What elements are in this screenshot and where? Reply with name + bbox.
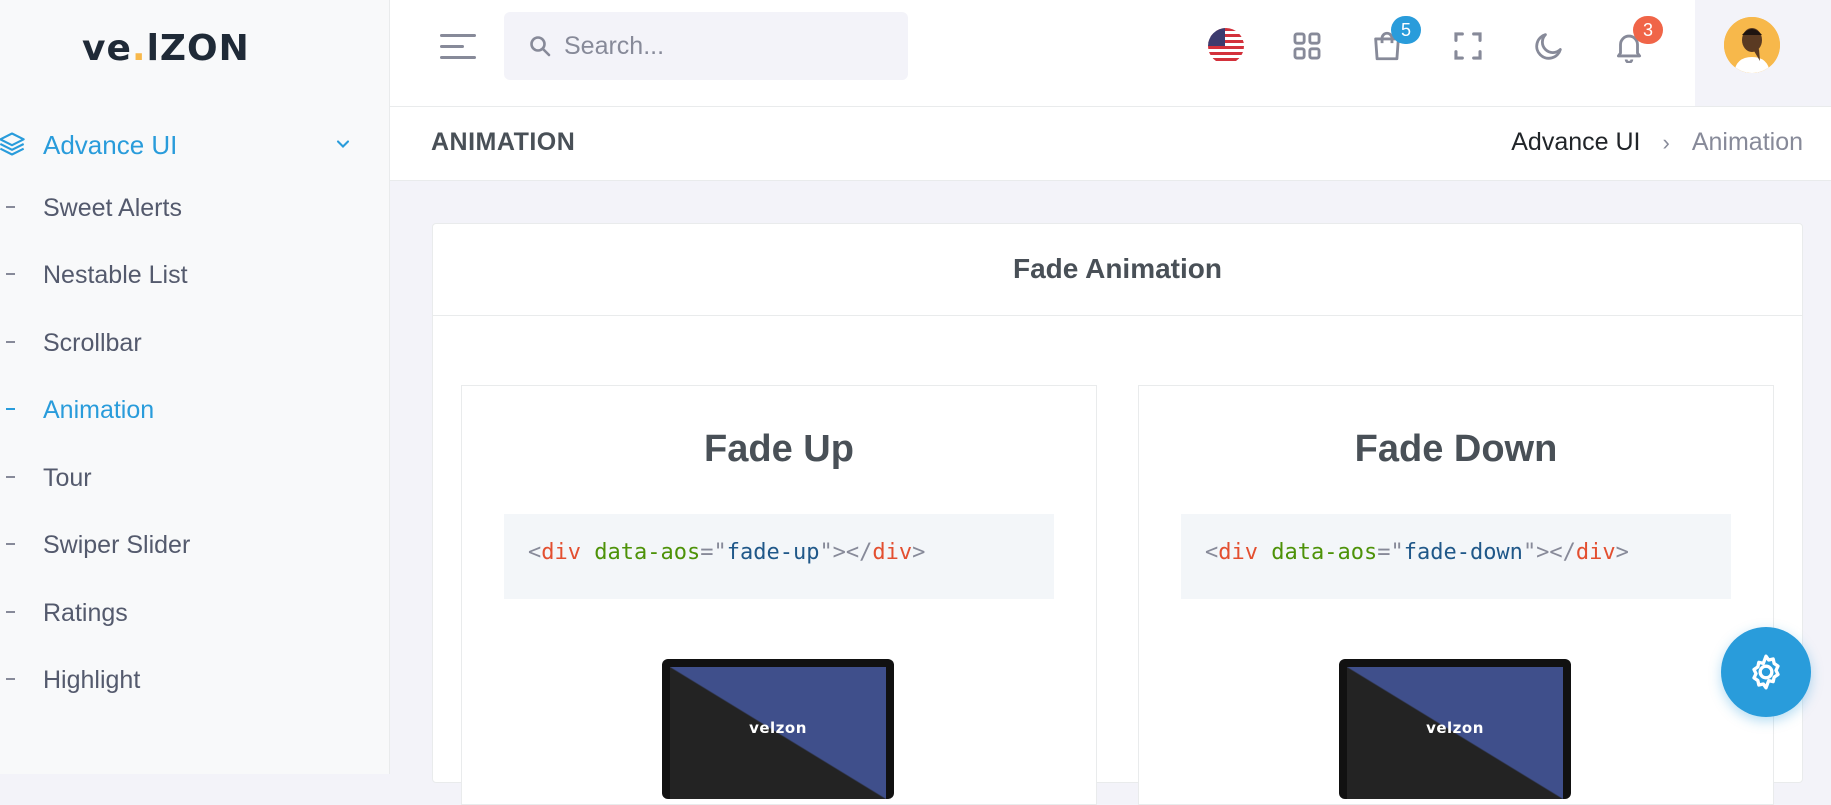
sidebar: ve.lZON Advance UI Sweet Alerts Nestable… (0, 0, 390, 774)
chevron-down-icon (336, 140, 350, 148)
sidebar-item-label: Ratings (43, 599, 128, 627)
cart-count-badge: 5 (1391, 16, 1421, 44)
moon-icon (1535, 33, 1562, 60)
page-title: ANIMATION (431, 128, 576, 156)
user-avatar-icon (1724, 17, 1780, 73)
breadcrumb: Advance UI › Animation (1511, 128, 1803, 157)
menu-toggle-button[interactable] (440, 32, 476, 62)
sidebar-item-label: Sweet Alerts (43, 194, 182, 222)
code-snippet: <div data-aos="fade-up"></div> (504, 514, 1054, 599)
card-header: Fade Animation (433, 224, 1802, 316)
dash-marker (6, 273, 15, 275)
sidebar-item-label: Animation (43, 396, 155, 424)
sidebar-item-tour[interactable]: Tour (0, 457, 390, 497)
laptop-preview-image: velzon (662, 659, 894, 799)
us-flag-icon (1208, 28, 1244, 64)
breadcrumb-current: Animation (1691, 128, 1803, 156)
search-input[interactable] (564, 22, 894, 70)
search-icon (530, 36, 551, 57)
language-selector[interactable] (1204, 24, 1248, 68)
layers-icon (0, 132, 25, 156)
apps-grid-button[interactable] (1285, 24, 1329, 68)
sidebar-item-label: Highlight (43, 666, 141, 694)
dash-marker (6, 206, 15, 208)
sidebar-item-nestable-list[interactable]: Nestable List (0, 254, 390, 294)
notifications-count-badge: 3 (1633, 16, 1663, 44)
demo-fade-down: Fade Down <div data-aos="fade-down"></di… (1138, 385, 1774, 805)
demo-heading: Fade Down (1354, 428, 1558, 470)
sidebar-item-label: Nestable List (43, 261, 188, 289)
laptop-logo: velzon (749, 719, 807, 737)
dash-marker (6, 611, 15, 613)
brand-logo[interactable]: ve.lZON (82, 28, 250, 69)
code-snippet: <div data-aos="fade-down"></div> (1181, 514, 1731, 599)
dash-marker (6, 476, 15, 478)
sidebar-item-advance-ui[interactable]: Advance UI (0, 122, 390, 166)
fullscreen-button[interactable] (1446, 24, 1490, 68)
sidebar-item-sweet-alerts[interactable]: Sweet Alerts (0, 187, 390, 227)
topbar: 5 3 (390, 0, 1831, 107)
sidebar-item-label: Swiper Slider (43, 531, 191, 559)
page-title-bar: ANIMATION Advance UI › Animation (390, 107, 1831, 181)
demo-heading: Fade Up (704, 428, 854, 470)
dash-marker (6, 543, 15, 545)
dark-mode-toggle[interactable] (1527, 24, 1571, 68)
fullscreen-icon (1454, 32, 1482, 60)
sidebar-item-highlight[interactable]: Highlight (0, 659, 390, 699)
breadcrumb-link-advance-ui[interactable]: Advance UI (1511, 128, 1640, 157)
cart-button[interactable]: 5 (1365, 16, 1421, 68)
sidebar-item-label: Scrollbar (43, 329, 142, 357)
laptop-preview-image: velzon (1339, 659, 1571, 799)
fade-animation-card: Fade Animation Fade Up <div data-aos="fa… (432, 223, 1803, 805)
dash-marker (6, 678, 15, 680)
card-title: Fade Animation (1013, 253, 1222, 284)
apps-grid-icon (1293, 32, 1321, 60)
laptop-logo: velzon (1426, 719, 1484, 737)
sidebar-item-label: Advance UI (43, 130, 178, 160)
breadcrumb-separator-icon: › (1662, 129, 1670, 155)
sidebar-item-animation[interactable]: Animation (0, 389, 390, 429)
demo-fade-up: Fade Up <div data-aos="fade-up"></div> v… (461, 385, 1097, 805)
dash-marker (6, 408, 15, 410)
sidebar-item-label: Tour (43, 464, 92, 492)
sidebar-item-ratings[interactable]: Ratings (0, 592, 390, 632)
gear-icon (1752, 654, 1780, 690)
dash-marker (6, 341, 15, 343)
sidebar-item-swiper-slider[interactable]: Swiper Slider (0, 524, 390, 564)
user-menu[interactable] (1695, 0, 1831, 106)
notifications-button[interactable]: 3 (1607, 16, 1663, 68)
settings-button[interactable] (1721, 627, 1811, 717)
avatar[interactable] (1724, 17, 1780, 73)
sidebar-item-scrollbar[interactable]: Scrollbar (0, 322, 390, 362)
laptop-screen: velzon (1347, 667, 1563, 799)
search-box (504, 12, 908, 80)
laptop-screen: velzon (670, 667, 886, 799)
